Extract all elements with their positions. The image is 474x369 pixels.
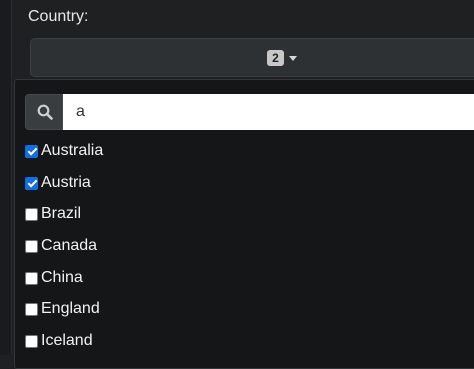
option-checkbox[interactable] [25, 176, 38, 190]
option-label: Canada [41, 237, 98, 254]
option-australia[interactable]: Australia [25, 140, 103, 162]
option-label: China [41, 269, 83, 286]
option-austria[interactable]: Austria [25, 172, 91, 194]
country-select-toggle[interactable]: 2 [30, 38, 474, 77]
option-label: Iceland [41, 332, 93, 349]
option-checkbox[interactable] [25, 207, 38, 221]
option-checkbox[interactable] [25, 302, 38, 316]
option-china[interactable]: China [25, 267, 83, 289]
search-input[interactable] [63, 94, 474, 130]
selected-count-badge: 2 [267, 50, 284, 66]
option-brazil[interactable]: Brazil [25, 203, 81, 225]
option-label: Brazil [41, 205, 82, 222]
country-dropdown-menu: Australia Austria Brazil Canada China En… [14, 79, 474, 369]
option-label: Austria [41, 174, 91, 191]
option-canada[interactable]: Canada [25, 235, 97, 257]
caret-down-icon [289, 56, 297, 61]
search-icon [37, 104, 53, 120]
option-iceland[interactable]: Iceland [25, 330, 93, 352]
option-checkbox[interactable] [25, 239, 38, 253]
option-label: England [41, 300, 100, 317]
country-label: Country: [28, 8, 89, 25]
option-label: Australia [41, 142, 104, 159]
option-checkbox[interactable] [25, 334, 38, 348]
option-checkbox[interactable] [25, 144, 38, 158]
left-panel-edge [0, 0, 12, 355]
option-england[interactable]: England [25, 298, 100, 320]
option-checkbox[interactable] [25, 271, 38, 285]
search-icon-addon [25, 94, 63, 130]
